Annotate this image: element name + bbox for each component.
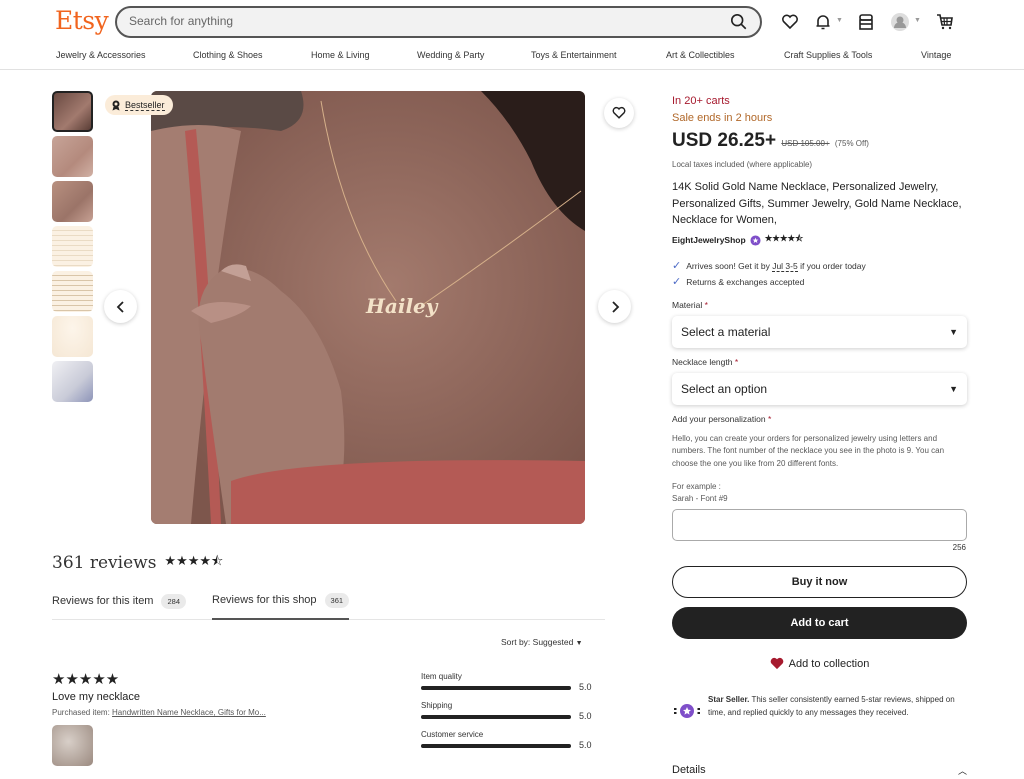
chevron-left-icon <box>116 300 124 313</box>
review-text: Love my necklace <box>52 691 141 703</box>
star-seller-icon <box>750 234 761 246</box>
product-title: 14K Solid Gold Name Necklace, Personaliz… <box>672 181 962 226</box>
review-tabs: Reviews for this item 284 Reviews for thi… <box>52 590 605 620</box>
review-photo[interactable] <box>52 725 93 766</box>
nav-home[interactable]: Home & Living <box>311 50 370 60</box>
review-stars: ★★★★★ <box>52 671 120 688</box>
cart-icon[interactable] <box>935 12 955 32</box>
shop-info: EightJewelryShop ★★★★⯪ <box>672 233 803 247</box>
chevron-down-icon[interactable]: ▼ <box>836 17 843 24</box>
count-pill: 284 <box>161 593 186 609</box>
rating-shipping: Shipping 5.0 <box>421 701 592 721</box>
material-select[interactable]: Select a material ▼ <box>672 316 967 348</box>
check-icon: ✓ <box>672 276 682 288</box>
chevron-right-icon <box>611 300 619 313</box>
thumbnail-list <box>52 91 93 406</box>
nav-clothing[interactable]: Clothing & Shoes <box>193 50 263 60</box>
shop-rating-stars[interactable]: ★★★★⯪ <box>765 233 804 247</box>
length-select[interactable]: Select an option ▼ <box>672 373 967 405</box>
star-seller-badge-icon <box>674 704 700 718</box>
favorite-button[interactable] <box>604 98 634 128</box>
purchased-item-link[interactable]: Handwritten Name Necklace, Gifts for Mo.… <box>112 708 266 717</box>
necklace-name: Hailey <box>365 294 439 318</box>
etsy-logo[interactable]: Etsy <box>55 6 109 35</box>
personalization-instructions: Hello, you can create your orders for pe… <box>672 434 945 504</box>
review-rating-stars: ★★★★⯪ <box>164 554 224 569</box>
award-icon <box>112 100 120 110</box>
product-photo: Hailey <box>151 91 585 524</box>
category-nav: Jewelry & Accessories Clothing & Shoes H… <box>0 50 1024 64</box>
check-icon: ✓ <box>672 260 682 272</box>
thumbnail[interactable] <box>52 136 93 177</box>
thumbnail[interactable] <box>52 181 93 222</box>
personalization-input[interactable] <box>672 509 967 541</box>
personalization-label: Add your personalization * <box>672 414 772 424</box>
purchased-item: Purchased item: Handwritten Name Necklac… <box>52 708 266 717</box>
discount: (75% Off) <box>834 139 869 148</box>
search-bar <box>115 6 762 38</box>
nav-wedding[interactable]: Wedding & Party <box>417 50 484 60</box>
nav-jewelry[interactable]: Jewelry & Accessories <box>56 50 146 60</box>
add-to-collection-button[interactable]: Add to collection <box>672 657 967 670</box>
main-product-image[interactable]: Hailey <box>151 91 585 524</box>
tab-item-reviews[interactable]: Reviews for this item 284 <box>52 590 186 620</box>
buy-now-button[interactable]: Buy it now <box>672 566 967 598</box>
in-carts-notice: In 20+ carts <box>672 95 730 107</box>
arrival-info: ✓ Arrives soon! Get it by Jul 3-5 if you… <box>672 260 866 272</box>
count-pill: 361 <box>324 592 350 608</box>
nav-art[interactable]: Art & Collectibles <box>666 50 735 60</box>
prev-image-button[interactable] <box>104 290 137 323</box>
rating-bar-fill <box>421 744 571 748</box>
returns-info: ✓ Returns & exchanges accepted <box>672 276 805 288</box>
current-price: USD 26.25+ <box>672 130 777 151</box>
original-price: USD 105.00+ <box>781 139 830 148</box>
sort-dropdown[interactable]: Sort by: Suggested ▼ <box>501 637 583 647</box>
add-to-cart-button[interactable]: Add to cart <box>672 607 967 639</box>
star-seller-info: Star Seller. This seller consistently ea… <box>672 694 972 722</box>
reviews-heading: 361 reviews ★★★★⯪ <box>52 553 224 573</box>
bell-icon[interactable] <box>813 12 833 32</box>
length-label: Necklace length * <box>672 357 739 367</box>
chevron-down-icon[interactable]: ▼ <box>914 17 921 24</box>
sale-ends-notice: Sale ends in 2 hours <box>672 112 773 124</box>
chevron-up-icon: ︿ <box>957 766 967 776</box>
details-toggle[interactable]: Details ︿ <box>672 764 967 777</box>
thumbnail[interactable] <box>52 226 93 267</box>
bestseller-badge[interactable]: Bestseller <box>105 95 173 115</box>
rating-bar-fill <box>421 686 571 690</box>
tax-note: Local taxes included (where applicable) <box>672 160 813 169</box>
dropdown-arrow-icon: ▼ <box>575 640 583 647</box>
heart-icon <box>612 106 626 119</box>
search-input[interactable] <box>129 14 709 28</box>
rating-breakdown: Item quality 5.0 Shipping 5.0 Customer s… <box>421 672 601 759</box>
review-item: ★★★★★ Love my necklace Purchased item: H… <box>52 670 266 766</box>
thumbnail[interactable] <box>52 271 93 312</box>
heart-filled-icon <box>770 657 783 670</box>
nav-toys[interactable]: Toys & Entertainment <box>531 50 617 60</box>
next-image-button[interactable] <box>598 290 631 323</box>
dropdown-arrow-icon: ▼ <box>949 327 958 337</box>
arrival-date[interactable]: Jul 3-5 <box>772 260 798 272</box>
avatar-icon[interactable] <box>890 12 910 32</box>
rating-item-quality: Item quality 5.0 <box>421 672 592 692</box>
nav-vintage[interactable]: Vintage <box>921 50 951 60</box>
tab-shop-reviews[interactable]: Reviews for this shop 361 <box>212 590 350 620</box>
material-label: Material * <box>672 300 708 310</box>
thumbnail[interactable] <box>52 91 93 132</box>
nav-craft[interactable]: Craft Supplies & Tools <box>784 50 872 60</box>
thumbnail[interactable] <box>52 361 93 402</box>
dropdown-arrow-icon: ▼ <box>949 384 958 394</box>
char-count: 256 <box>952 543 966 552</box>
shop-icon[interactable] <box>856 12 876 32</box>
header: Etsy ▼ ▼ Jewelry & Accessories Clothing … <box>0 0 1024 70</box>
thumbnail[interactable] <box>52 316 93 357</box>
rating-customer-service: Customer service 5.0 <box>421 730 592 750</box>
search-icon[interactable] <box>730 13 748 31</box>
price: USD 26.25+ USD 105.00+ (75% Off) <box>672 130 869 152</box>
rating-bar-fill <box>421 715 571 719</box>
shop-name[interactable]: EightJewelryShop <box>672 235 746 245</box>
heart-icon[interactable] <box>780 12 800 32</box>
